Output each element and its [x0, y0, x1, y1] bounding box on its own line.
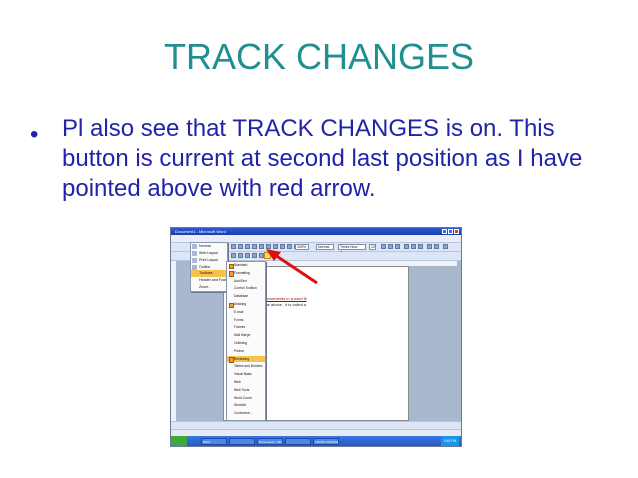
bold-icon[interactable] — [381, 244, 386, 249]
show-markup-icon[interactable] — [231, 253, 236, 258]
view-menu: Normal Web Layout Print Layout Outline T… — [190, 242, 229, 292]
toolbars-menu-item[interactable]: Drawing — [227, 301, 265, 308]
toolbars-menu-item[interactable]: Control Toolbox — [227, 285, 265, 292]
bullet-text: Pl also see that TRACK CHANGES is on. Th… — [62, 115, 583, 202]
next-change-icon[interactable] — [245, 253, 250, 258]
maximize-icon[interactable] — [448, 229, 453, 234]
bullets-icon[interactable] — [434, 244, 439, 249]
align-right-icon[interactable] — [418, 244, 423, 249]
toolbars-menu-item[interactable]: Tables and Borders — [227, 363, 265, 370]
zoom-select[interactable]: 100% — [295, 244, 309, 250]
align-center-icon[interactable] — [411, 244, 416, 249]
italic-icon[interactable] — [388, 244, 393, 249]
taskbar-item[interactable] — [229, 437, 255, 445]
view-menu-item-zoom[interactable]: Zoom... — [191, 284, 227, 291]
copy-icon[interactable] — [273, 244, 278, 249]
undo-icon[interactable] — [287, 244, 292, 249]
toolbars-menu-item[interactable]: Standard — [227, 262, 265, 269]
toolbars-menu-item[interactable]: Picture — [227, 348, 265, 355]
view-menu-item-print-layout[interactable]: Print Layout — [191, 257, 227, 264]
new-icon[interactable] — [231, 244, 236, 249]
taskbar-item[interactable] — [285, 437, 311, 445]
web-layout-icon — [192, 251, 197, 256]
window-title: Document1 - Microsoft Word — [175, 229, 226, 234]
toolbars-menu-item[interactable]: E-mail — [227, 309, 265, 316]
paste-icon[interactable] — [280, 244, 285, 249]
slide-title: TRACK CHANGES — [163, 36, 475, 77]
windows-taskbar: start Word Document1 - Micro TRACK CHANG… — [171, 436, 461, 446]
toolbars-menu-item[interactable]: Mail Merge — [227, 332, 265, 339]
font-select[interactable]: Times New Roman — [338, 244, 366, 255]
style-select[interactable]: Normal — [316, 244, 334, 250]
toolbars-submenu: Standard Formatting AutoText Control Toolbo… — [226, 261, 266, 421]
toolbars-menu-item[interactable]: Web — [227, 379, 265, 386]
toolbars-menu-item[interactable]: Forms — [227, 317, 265, 324]
toolbars-menu-item[interactable]: AutoText — [227, 278, 265, 285]
toolbars-menu-item[interactable]: WordArt — [227, 402, 265, 409]
view-menu-item-toolbars[interactable]: Toolbars — [191, 270, 227, 277]
toolbars-menu-item[interactable]: Visual Basic — [227, 371, 265, 378]
numbering-icon[interactable] — [427, 244, 432, 249]
start-button[interactable]: start — [171, 436, 187, 446]
toolbars-menu-item[interactable]: Word Count — [227, 395, 265, 402]
document-text-line: of he above , it is called a — [261, 302, 307, 307]
bullet-marker: • — [30, 121, 39, 148]
close-icon[interactable] — [454, 229, 459, 234]
view-menu-item-header-footer[interactable]: Header and Footer — [191, 277, 229, 284]
cut-icon[interactable] — [266, 244, 271, 249]
align-left-icon[interactable] — [404, 244, 409, 249]
toolbars-menu-item[interactable]: Formatting — [227, 270, 265, 277]
toolbars-menu-item[interactable]: Web Tools — [227, 387, 265, 394]
status-bar: Page 1 Sec 1 1/1 At 1" Ln 1 Col 1 REC TR… — [171, 429, 461, 444]
toolbars-menu-item[interactable]: Database — [227, 293, 265, 300]
spelling-icon[interactable] — [259, 244, 264, 249]
taskbar-item[interactable]: Word — [201, 437, 227, 445]
taskbar-item[interactable]: TRACK CHANGES.ppt — [313, 437, 339, 445]
font-size-select[interactable]: 12 — [369, 244, 376, 250]
save-icon[interactable] — [245, 244, 250, 249]
drawing-toolbar: Draw AutoShapes — [171, 421, 461, 436]
toolbars-menu-item[interactable]: Reviewing — [227, 355, 265, 363]
toolbars-menu-item[interactable]: Customize... — [227, 410, 265, 417]
previous-change-icon[interactable] — [238, 253, 243, 258]
view-menu-item-normal[interactable]: Normal — [191, 243, 227, 250]
view-menu-item-web-layout[interactable]: Web Layout — [191, 250, 227, 257]
track-changes-button[interactable] — [264, 252, 271, 259]
vertical-ruler — [171, 261, 177, 421]
print-icon[interactable] — [252, 244, 257, 249]
document-text-line: ert comments in a word fil — [261, 296, 307, 301]
window-titlebar: Document1 - Microsoft Word — [171, 228, 461, 235]
word-screenshot: Document1 - Microsoft Word File Edit Vie… — [170, 227, 462, 447]
toolbars-menu-item[interactable]: Frames — [227, 324, 265, 331]
minimize-icon[interactable] — [442, 229, 447, 234]
accept-change-icon[interactable] — [252, 253, 257, 258]
taskbar-clock: 3:45 PM — [441, 436, 459, 446]
normal-view-icon — [192, 244, 197, 249]
taskbar-item[interactable]: Document1 - Micro — [257, 437, 283, 445]
font-color-icon[interactable] — [443, 244, 448, 249]
print-layout-icon — [192, 258, 197, 263]
underline-icon[interactable] — [395, 244, 400, 249]
toolbars-menu-item[interactable]: Outlining — [227, 340, 265, 347]
window-controls — [442, 229, 459, 234]
open-icon[interactable] — [238, 244, 243, 249]
